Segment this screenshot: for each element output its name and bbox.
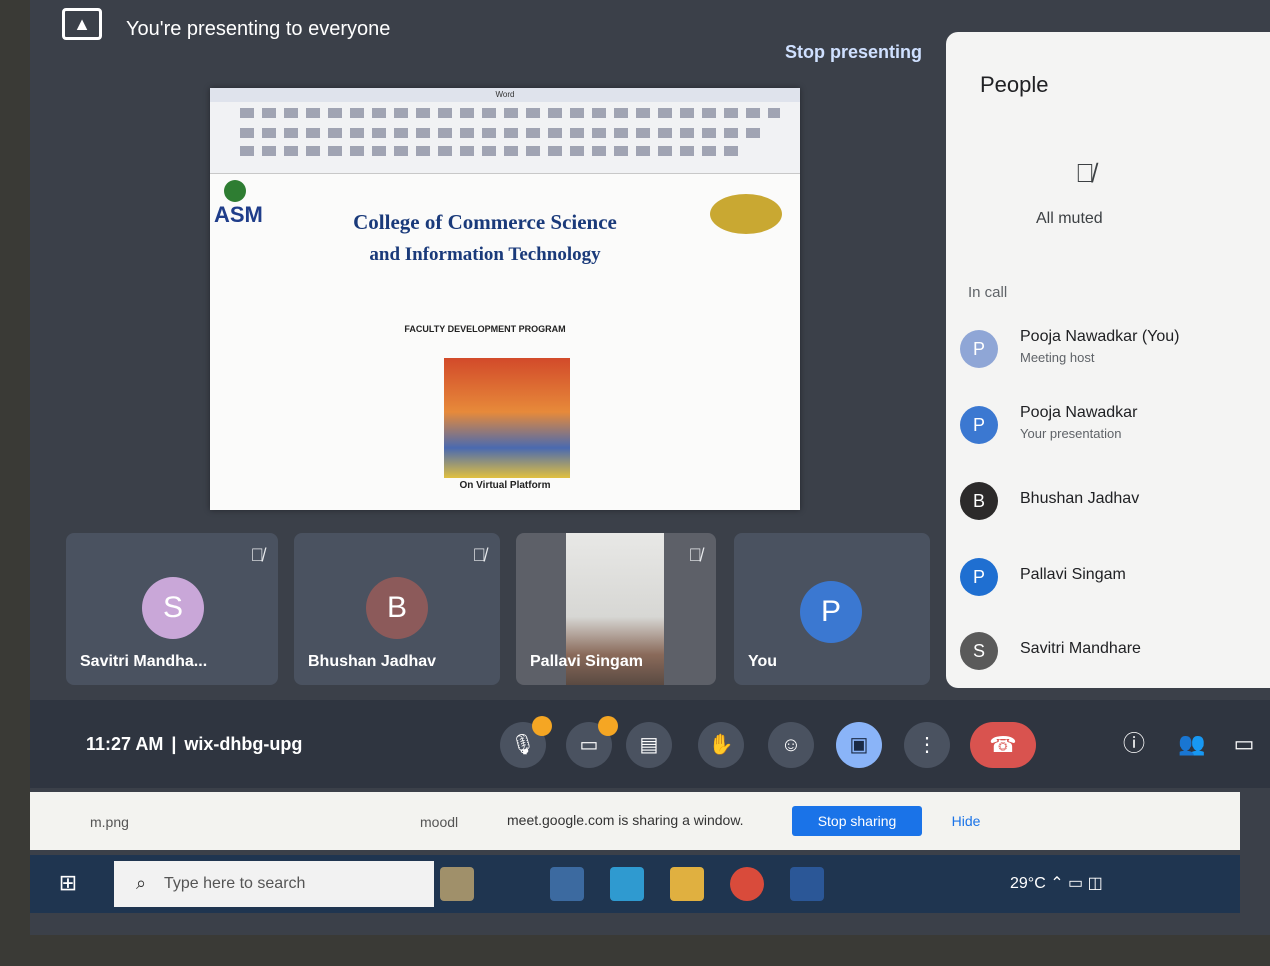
system-tray: 29°C ⌃ ▭ ◫ [1010,873,1103,893]
participant-name: Pallavi Singam [1020,566,1126,583]
emoji-button[interactable]: ☺ [768,722,814,768]
captions-icon: ▤ [639,734,659,756]
in-call-heading: In call [968,284,1008,301]
meeting-clock: 11:27 AM | wix-dhbg-upg [86,734,302,755]
more-options-icon: ⋮ [917,734,937,756]
globe-logo-icon [224,180,246,202]
participant-name: Pooja Nawadkar [1020,404,1138,421]
camera-button[interactable]: ▭ [566,716,618,768]
sharing-message: meet.google.com is sharing a window. [507,812,744,828]
avatar: P [960,330,998,368]
participant-role: Meeting host [1020,350,1095,365]
file-explorer-icon[interactable] [670,867,704,901]
search-placeholder: Type here to search [164,875,306,892]
tile-name: Pallavi Singam [530,653,643,670]
chat-icon: ▭ [1233,731,1255,756]
weather-temperature[interactable]: 29°C [1010,875,1046,892]
raise-hand-button[interactable]: ✋ [698,722,744,768]
tile-name: Savitri Mandha... [80,653,208,670]
mic-off-icon: 🎙̸ [1075,158,1095,188]
participant-role: Your presentation [1020,426,1122,441]
word-ribbon[interactable]: Word [210,88,800,174]
photo-frame: ▲ You're presenting to everyone Stop pre… [0,0,1270,966]
participant-row[interactable]: S Savitri Mandhare [960,628,1260,678]
avatar: S [142,577,204,639]
ribbon-tools-row-1[interactable] [240,128,760,138]
people-button[interactable]: 👥 [1174,726,1210,762]
participant-tile[interactable]: 🎙̸ S Savitri Mandha... [66,533,278,685]
taskbar-search[interactable]: ⌕ Type here to search [114,861,434,907]
participant-name: Pooja Nawadkar (You) [1020,328,1180,345]
shared-word-window: Word ASM College of Commerce Science and… [210,88,800,510]
doc-platform-line: On Virtual Platform [459,480,551,491]
doc-title-line-1: College of Commerce Science [353,210,617,234]
search-icon: ⌕ [136,873,147,893]
avatar: P [960,558,998,596]
people-icon: 👥 [1178,731,1206,756]
task-view-icon[interactable] [550,867,584,901]
chrome-browser-icon[interactable] [730,867,764,901]
mic-button[interactable]: 🎙 [500,716,552,768]
all-muted-label: All muted [1036,210,1103,227]
present-icon: ▣ [849,734,869,756]
end-call-button[interactable]: ☎ [970,722,1036,768]
avatar: P [800,581,862,643]
app-thumbnail-icon[interactable] [440,867,474,901]
chat-button[interactable]: ▭ [1226,726,1262,762]
people-panel-title: People [980,72,1049,97]
ribbon-tools-row-2[interactable] [240,146,740,156]
participant-row[interactable]: P Pallavi Singam [960,554,1260,604]
avatar: S [960,632,998,670]
mic-off-icon: 🎙̸ [688,545,703,565]
meeting-control-bar: 11:27 AM | wix-dhbg-upg 🎙 ▭ ▤ ✋ ☺ ▣ ⋮ ☎ ⓘ … [30,700,1270,788]
participant-tile[interactable]: 🎙̸ B Bhushan Jadhav [294,533,500,685]
warning-badge-icon [598,716,618,736]
stop-sharing-button[interactable]: Stop sharing [792,806,922,836]
captions-button[interactable]: ▤ [626,722,672,768]
mic-off-icon: 🎙̸ [472,545,487,565]
download-item[interactable]: moodl [420,814,458,830]
present-screen-icon: ▲ [62,8,102,40]
word-title-bar[interactable]: Word [210,88,800,102]
tray-icons[interactable]: ⌃ ▭ ◫ [1050,875,1103,892]
meeting-code: wix-dhbg-upg [184,734,303,754]
tile-name: Bhushan Jadhav [308,653,437,670]
warning-badge-icon [532,716,552,736]
avatar: B [960,482,998,520]
info-icon: ⓘ [1122,731,1145,756]
doc-program-heading: FACULTY DEVELOPMENT PROGRAM [404,324,566,334]
participant-row[interactable]: P Pooja Nawadkar Your presentation [960,402,1260,452]
people-panel: People 🎙̸ All muted In call P Pooja Nawa… [946,32,1270,688]
presenting-message: You're presenting to everyone [126,18,391,40]
ribbon-tabs[interactable] [240,108,780,118]
stop-presenting-button[interactable]: Stop presenting [785,42,922,63]
avatar: P [960,406,998,444]
windows-taskbar: ⊞ ⌕ Type here to search 29°C ⌃ ▭ ◫ [30,855,1240,913]
participant-name: Savitri Mandhare [1020,640,1141,657]
edge-browser-icon[interactable] [610,867,644,901]
participant-name: Bhushan Jadhav [1020,490,1140,507]
participant-tile[interactable]: P You [734,533,930,685]
separator: | [171,734,177,754]
participant-row[interactable]: B Bhushan Jadhav [960,478,1260,528]
word-app-icon[interactable] [790,867,824,901]
windows-start-icon[interactable]: ⊞ [54,869,82,897]
participant-row[interactable]: P Pooja Nawadkar (You) Meeting host [960,326,1260,376]
hide-button[interactable]: Hide [936,806,996,836]
doc-poster-image [444,358,570,478]
doc-title-line-2: and Information Technology [369,244,601,265]
participant-tile[interactable]: 🎙̸ Pallavi Singam [516,533,716,685]
present-button[interactable]: ▣ [836,722,882,768]
share-notification-bar: m.png moodl meet.google.com is sharing a… [30,792,1240,850]
current-time: 11:27 AM [86,734,164,754]
more-options-button[interactable]: ⋮ [904,722,950,768]
tile-name: You [748,653,778,670]
download-item[interactable]: m.png [90,814,129,830]
avatar: B [366,577,428,639]
raise-hand-icon: ✋ [708,734,734,756]
info-button[interactable]: ⓘ [1116,726,1152,762]
emoji-icon: ☺ [780,734,802,756]
mic-off-icon: 🎙̸ [250,545,265,565]
end-call-icon: ☎ [989,732,1017,757]
